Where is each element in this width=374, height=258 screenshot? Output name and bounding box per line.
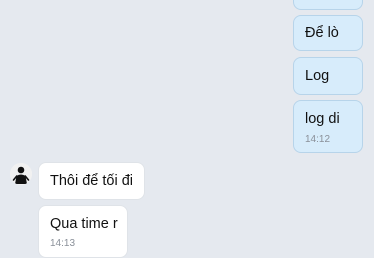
- person-silhouette-icon: [10, 163, 32, 185]
- message-timestamp: 14:12: [305, 134, 331, 145]
- sent-message-bubble[interactable]: Để lò: [293, 15, 363, 51]
- message-text: Log: [305, 68, 330, 84]
- sent-message-bubble[interactable]: log di 14:12: [293, 100, 363, 153]
- message-text: log di: [305, 111, 340, 127]
- contact-avatar[interactable]: [10, 163, 32, 185]
- message-text: Để lò: [305, 25, 339, 41]
- message-timestamp: 14:13: [50, 238, 76, 249]
- received-message-bubble[interactable]: Qua time r 14:13: [38, 205, 128, 258]
- sent-message-bubble[interactable]: Log: [293, 57, 363, 95]
- sent-message-bubble[interactable]: [293, 0, 363, 10]
- received-message-bubble[interactable]: Thôi để tối đi: [38, 162, 145, 200]
- chat-message-list[interactable]: Để lò Log log di 14:12 Thôi để tối đi Qu…: [0, 0, 374, 258]
- message-text: Qua time r: [50, 216, 118, 232]
- message-text: Thôi để tối đi: [50, 173, 134, 189]
